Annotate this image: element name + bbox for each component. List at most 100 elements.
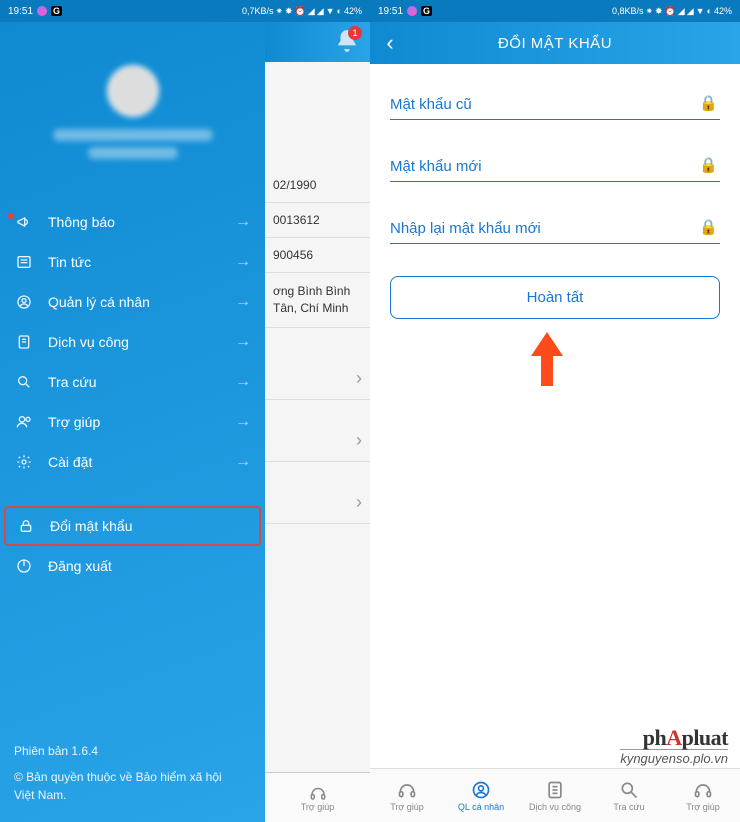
menu-label: Quản lý cá nhân bbox=[48, 294, 150, 310]
vibrate-icon: ✸ bbox=[655, 6, 663, 17]
menu-label: Dịch vụ công bbox=[48, 334, 129, 350]
pointer-arrow-icon bbox=[525, 330, 569, 390]
peek-row: 02/1990 bbox=[265, 168, 370, 203]
user-name-blurred bbox=[53, 129, 213, 141]
g-badge: G bbox=[421, 6, 432, 16]
tab-help-2[interactable]: Trợ giúp bbox=[666, 769, 740, 822]
version-text: Phiên bản 1.6.4 bbox=[14, 742, 244, 760]
notif-dot bbox=[8, 213, 14, 219]
search-icon bbox=[16, 374, 36, 390]
tab-services[interactable]: Dịch vụ công bbox=[518, 769, 592, 822]
chat-icon bbox=[37, 6, 47, 16]
menu-label: Tra cứu bbox=[48, 374, 97, 390]
tab-search[interactable]: Tra cứu bbox=[592, 769, 666, 822]
alarm-icon: ⏰ bbox=[665, 6, 676, 17]
menu-logout[interactable]: Đăng xuất bbox=[0, 546, 265, 586]
avatar[interactable] bbox=[107, 65, 159, 117]
bluetooth-icon: ⁕ bbox=[645, 6, 653, 17]
gear-icon bbox=[16, 454, 36, 470]
peek-chevron[interactable]: › bbox=[265, 420, 370, 462]
submit-button[interactable]: Hoàn tất bbox=[390, 276, 720, 319]
status-bar: 19:51 G 0,7KB/s ⁕ ✸ ⏰ ◢ ◢ ▼ ◐ 42% bbox=[0, 0, 370, 22]
back-button[interactable]: ‹ bbox=[370, 30, 410, 56]
underlay-content: 1 02/1990 0013612 900456 ơng Bình Bình T… bbox=[265, 22, 370, 822]
signal-icon: ◢ bbox=[317, 6, 324, 17]
signal-icon: ◢ bbox=[678, 6, 685, 17]
watermark: phApluat kynguyenso.plo.vn bbox=[620, 725, 728, 766]
menu-item-profile[interactable]: Quản lý cá nhân → bbox=[0, 282, 265, 322]
copyright-text: © Bản quyền thuộc về Bảo hiểm xã hội Việ… bbox=[14, 768, 244, 804]
tab-help[interactable]: Trợ giúp bbox=[301, 784, 335, 812]
chevron-right-icon: → bbox=[235, 293, 251, 311]
new-password-input[interactable] bbox=[390, 150, 720, 181]
g-badge: G bbox=[51, 6, 62, 16]
chevron-right-icon: → bbox=[235, 373, 251, 391]
net-speed: 0,8KB/s bbox=[612, 6, 644, 16]
menu-item-news[interactable]: Tin tức → bbox=[0, 242, 265, 282]
confirm-password-field: 🔒 bbox=[390, 212, 720, 244]
peek-row: 0013612 bbox=[265, 203, 370, 238]
peek-chevron[interactable]: › bbox=[265, 482, 370, 524]
power-icon bbox=[16, 558, 36, 574]
peek-row: ơng Bình Bình Tân, Chí Minh bbox=[265, 273, 370, 328]
menu-change-password[interactable]: Đổi mật khẩu bbox=[4, 506, 261, 546]
user-sub-blurred bbox=[88, 147, 178, 159]
peek-row: 900456 bbox=[265, 238, 370, 273]
lock-icon: 🔒 bbox=[699, 156, 718, 174]
lock-icon bbox=[18, 518, 38, 534]
battery-icon: ◐ bbox=[337, 6, 342, 16]
bell-icon[interactable]: 1 bbox=[334, 28, 360, 54]
menu-label: Trợ giúp bbox=[48, 414, 100, 430]
chevron-right-icon: → bbox=[235, 253, 251, 271]
doc-icon bbox=[16, 334, 36, 350]
status-bar: 19:51 G 0,8KB/s ⁕ ✸ ⏰ ◢ ◢ ▼ ◐ 42% bbox=[370, 0, 740, 22]
menu-item-help[interactable]: Trợ giúp → bbox=[0, 402, 265, 442]
menu-label: Đăng xuất bbox=[48, 558, 112, 574]
help-icon bbox=[16, 414, 36, 430]
tab-profile[interactable]: QL cá nhân bbox=[444, 769, 518, 822]
bottom-tabbar: Trợ giúp QL cá nhân Dịch vụ công Tra cứu… bbox=[370, 768, 740, 822]
chevron-right-icon: → bbox=[235, 333, 251, 351]
right-phone: 19:51 G 0,8KB/s ⁕ ✸ ⏰ ◢ ◢ ▼ ◐ 42% ‹ ĐỔI … bbox=[370, 0, 740, 822]
menu-label: Thông báo bbox=[48, 214, 115, 230]
chevron-right-icon: → bbox=[235, 413, 251, 431]
old-password-input[interactable] bbox=[390, 88, 720, 119]
menu-label: Đổi mật khẩu bbox=[50, 518, 132, 534]
page-header: ‹ ĐỔI MẬT KHẨU bbox=[370, 22, 740, 64]
drawer-panel: Thông báo→Tin tức→Quản lý cá nhân→Dịch v… bbox=[0, 22, 265, 822]
bluetooth-icon: ⁕ bbox=[275, 6, 283, 17]
underlay-header: 1 bbox=[265, 22, 370, 62]
password-form: 🔒 🔒 🔒 Hoàn tất bbox=[370, 64, 740, 343]
megaphone-icon bbox=[16, 214, 36, 230]
page-title: ĐỔI MẬT KHẨU bbox=[370, 35, 740, 52]
chevron-right-icon: → bbox=[235, 213, 251, 231]
vibrate-icon: ✸ bbox=[285, 6, 293, 17]
wifi-icon: ▼ bbox=[326, 6, 335, 16]
battery-icon: ◐ bbox=[707, 6, 712, 16]
menu-label: Cài đặt bbox=[48, 454, 92, 470]
signal-icon: ◢ bbox=[687, 6, 694, 17]
menu-label: Tin tức bbox=[48, 254, 91, 270]
battery-pct: 42% bbox=[344, 6, 362, 16]
news-icon bbox=[16, 254, 36, 270]
chat-icon bbox=[407, 6, 417, 16]
peek-chevron[interactable]: › bbox=[265, 358, 370, 400]
wifi-icon: ▼ bbox=[696, 6, 705, 16]
signal-icon: ◢ bbox=[308, 6, 315, 17]
profile-icon bbox=[16, 294, 36, 310]
old-password-field: 🔒 bbox=[390, 88, 720, 120]
tab-help[interactable]: Trợ giúp bbox=[370, 769, 444, 822]
confirm-password-input[interactable] bbox=[390, 212, 720, 243]
menu-item-gear[interactable]: Cài đặt → bbox=[0, 442, 265, 482]
status-time: 19:51 bbox=[378, 6, 403, 17]
chevron-right-icon: → bbox=[235, 453, 251, 471]
left-phone: 19:51 G 0,7KB/s ⁕ ✸ ⏰ ◢ ◢ ▼ ◐ 42% Thông … bbox=[0, 0, 370, 822]
menu-item-doc[interactable]: Dịch vụ công → bbox=[0, 322, 265, 362]
new-password-field: 🔒 bbox=[390, 150, 720, 182]
menu-item-megaphone[interactable]: Thông báo → bbox=[0, 202, 265, 242]
peek-tabbar: Trợ giúp bbox=[265, 772, 370, 822]
menu-item-search[interactable]: Tra cứu → bbox=[0, 362, 265, 402]
notif-badge: 1 bbox=[348, 26, 362, 40]
lock-icon: 🔒 bbox=[699, 218, 718, 236]
battery-pct: 42% bbox=[714, 6, 732, 16]
